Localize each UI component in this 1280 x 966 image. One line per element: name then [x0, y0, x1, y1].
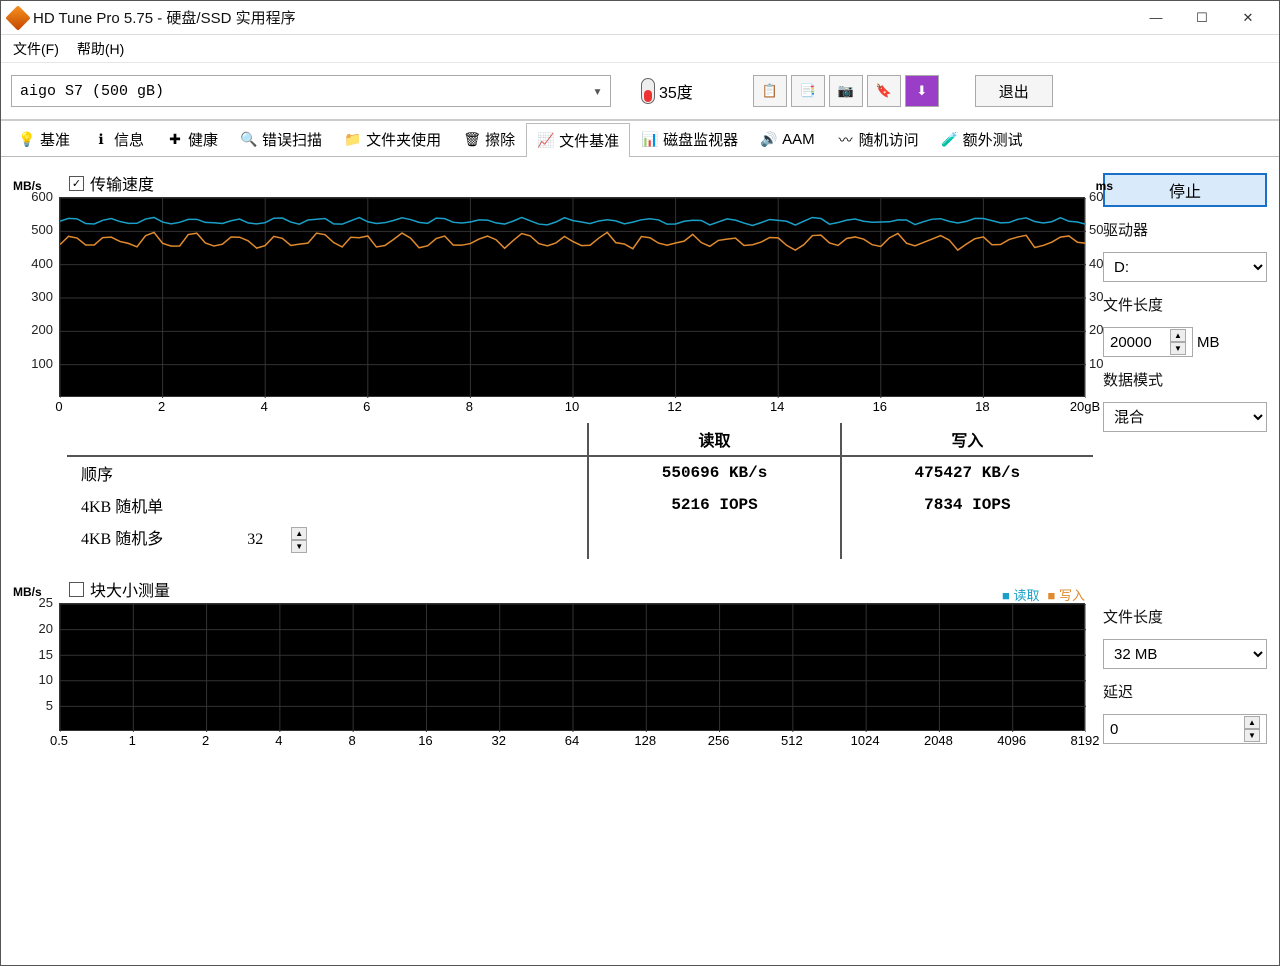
copy2-icon[interactable]: 📑: [791, 75, 825, 107]
camera-icon[interactable]: 📷: [829, 75, 863, 107]
tab-scan[interactable]: 🔍错误扫描: [229, 122, 333, 156]
tab-random[interactable]: 〰随机访问: [826, 122, 930, 156]
info-icon: ℹ: [92, 131, 110, 149]
side-panel: 停止 驱动器 D: 文件长度 20000 ▲▼ MB 数据模式 混合 文件长度 …: [1099, 167, 1271, 955]
filelen-unit: MB: [1197, 334, 1220, 351]
transfer-checkbox-row: ✓ 传输速度: [69, 171, 1093, 195]
legend-write: 写入: [1048, 585, 1085, 604]
tab-filebench[interactable]: 📈文件基准: [526, 123, 630, 157]
filelen2-select[interactable]: 32 MB: [1103, 639, 1267, 669]
menu-file[interactable]: 文件(F): [13, 39, 59, 59]
legend-read: 读取: [1002, 585, 1039, 604]
k4-read-value: 5216 IOPS: [588, 489, 840, 521]
drive-select[interactable]: D:: [1103, 252, 1267, 282]
delay-label: 延迟: [1103, 681, 1267, 702]
minimize-button[interactable]: —: [1133, 3, 1179, 33]
seq-read-value: 550696 KB/s: [588, 456, 840, 489]
chart1-canvas: [59, 197, 1085, 397]
spin-down-icon[interactable]: ▼: [291, 540, 307, 553]
titlebar: HD Tune Pro 5.75 - 硬盘/SSD 实用程序 — ☐ ✕: [1, 1, 1279, 35]
filebench-icon: 📈: [537, 132, 555, 150]
delay-spinner[interactable]: 0 ▲▼: [1103, 714, 1267, 744]
menu-help[interactable]: 帮助(H): [77, 39, 124, 59]
tab-folder[interactable]: 📁文件夹使用: [333, 122, 452, 156]
chart1-xticks: 02468101214161820gB: [59, 399, 1085, 419]
blocksize-chart: MB/s 读取 写入 510152025 0.51248163264128256…: [59, 603, 1085, 753]
tab-extra[interactable]: 🧪额外测试: [930, 122, 1034, 156]
tab-info[interactable]: ℹ信息: [81, 122, 155, 156]
tab-health[interactable]: ✚健康: [155, 122, 229, 156]
tag-icon[interactable]: 🔖: [867, 75, 901, 107]
toolbar: aigo S7 (500 gB) 35度 📋 📑 📷 🔖 ⬇ 退出: [1, 63, 1279, 121]
benchmark-icon: 💡: [18, 131, 36, 149]
temperature: 35度: [641, 78, 693, 104]
stop-button[interactable]: 停止: [1103, 173, 1267, 207]
pattern-select[interactable]: 混合: [1103, 402, 1267, 432]
spin-up-icon[interactable]: ▲: [1244, 716, 1260, 729]
row-sequential: 顺序: [67, 456, 588, 489]
copy-icon[interactable]: 📋: [753, 75, 787, 107]
health-icon: ✚: [166, 131, 184, 149]
exit-button[interactable]: 退出: [975, 75, 1053, 107]
erase-icon: 🗑: [463, 131, 481, 149]
close-button[interactable]: ✕: [1225, 3, 1271, 33]
random-icon: 〰: [837, 131, 855, 149]
chart2-canvas: [59, 603, 1085, 731]
filelen-label: 文件长度: [1103, 294, 1267, 315]
toolbar-icons: 📋 📑 📷 🔖 ⬇: [753, 75, 939, 107]
tabbar: 💡基准ℹ信息✚健康🔍错误扫描📁文件夹使用🗑擦除📈文件基准📊磁盘监视器🔊AAM〰随…: [1, 121, 1279, 157]
spin-down-icon[interactable]: ▼: [1170, 342, 1186, 355]
transfer-checkbox-label: 传输速度: [90, 171, 154, 195]
spin-down-icon[interactable]: ▼: [1244, 729, 1260, 742]
window-title: HD Tune Pro 5.75 - 硬盘/SSD 实用程序: [33, 7, 1133, 28]
chart2-xticks: 0.512481632641282565121024204840968192: [59, 733, 1085, 753]
transfer-checkbox[interactable]: ✓: [69, 176, 84, 191]
blocksize-checkbox[interactable]: [69, 582, 84, 597]
k4-write-value: 7834 IOPS: [841, 489, 1093, 521]
drive-dropdown[interactable]: aigo S7 (500 gB): [11, 75, 611, 107]
maximize-button[interactable]: ☐: [1179, 3, 1225, 33]
spin-up-icon[interactable]: ▲: [1170, 329, 1186, 342]
aam-icon: 🔊: [760, 131, 778, 149]
row-4k-single: 4KB 随机单: [67, 489, 588, 521]
tab-aam[interactable]: 🔊AAM: [749, 122, 826, 156]
queue-depth-spinner[interactable]: 32 ▲▼: [247, 525, 307, 555]
chart2-legend: 读取 写入: [1002, 585, 1085, 604]
blocksize-checkbox-label: 块大小测量: [90, 577, 170, 601]
results-table: 读取 写入 顺序 550696 KB/s 475427 KB/s 4KB 随机单…: [67, 423, 1093, 559]
app-icon: [5, 5, 30, 30]
extra-icon: 🧪: [941, 131, 959, 149]
monitor-icon: 📊: [641, 131, 659, 149]
thermometer-icon: [641, 78, 655, 104]
blocksize-checkbox-row: 块大小测量: [69, 577, 1093, 601]
spin-up-icon[interactable]: ▲: [291, 527, 307, 540]
filelen2-label: 文件长度: [1103, 606, 1267, 627]
tab-monitor[interactable]: 📊磁盘监视器: [630, 122, 749, 156]
drive-label: 驱动器: [1103, 219, 1267, 240]
transfer-chart: MB/s ms 100200300400500600102030405060 0…: [59, 197, 1085, 415]
col-read: 读取: [588, 423, 840, 456]
seq-write-value: 475427 KB/s: [841, 456, 1093, 489]
tab-erase[interactable]: 🗑擦除: [452, 122, 526, 156]
row-4k-multi: 4KB 随机多 32 ▲▼: [67, 521, 588, 559]
tab-benchmark[interactable]: 💡基准: [7, 122, 81, 156]
pattern-label: 数据模式: [1103, 369, 1267, 390]
temperature-value: 35度: [659, 79, 693, 103]
folder-icon: 📁: [344, 131, 362, 149]
scan-icon: 🔍: [240, 131, 258, 149]
menubar: 文件(F) 帮助(H): [1, 35, 1279, 63]
download-icon[interactable]: ⬇: [905, 75, 939, 107]
col-write: 写入: [841, 423, 1093, 456]
